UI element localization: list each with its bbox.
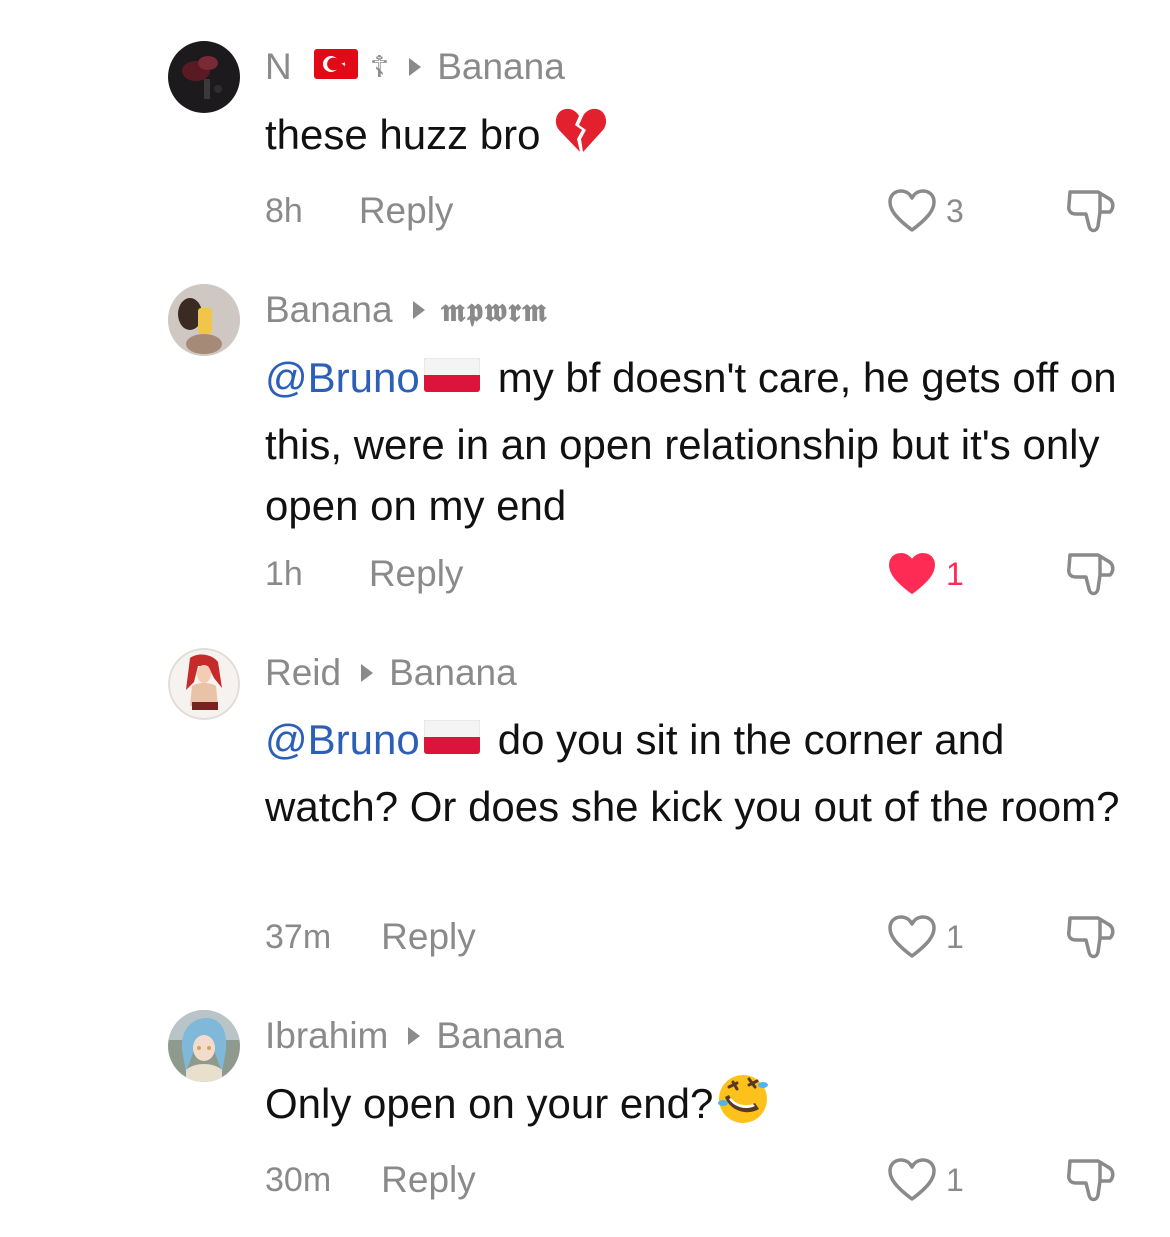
avatar[interactable] (168, 41, 240, 113)
timestamp: 30m (265, 1160, 332, 1199)
author-name[interactable]: Ibrahim (265, 1015, 388, 1057)
reply-to-name[interactable]: Banana (389, 652, 517, 694)
comment-meta: 37m Reply (265, 915, 476, 959)
like-button[interactable]: 1 (886, 1158, 964, 1202)
like-button[interactable]: 3 (886, 189, 964, 233)
author-name[interactable]: Reid (265, 652, 341, 694)
reply-to-name[interactable]: Banana (436, 1015, 564, 1057)
timestamp: 37m (265, 917, 332, 956)
rofl-emoji-icon (715, 1073, 771, 1141)
thumbs-down-icon[interactable] (1064, 1155, 1118, 1205)
avatar[interactable] (168, 1010, 240, 1082)
reply-to-arrow-icon (409, 58, 422, 76)
thumbs-down-icon[interactable] (1064, 549, 1118, 599)
timestamp: 1h (265, 554, 303, 593)
avatar[interactable] (168, 284, 240, 356)
comment-text-content: these huzz bro (265, 111, 541, 158)
reply-button[interactable]: Reply (359, 190, 454, 232)
comment-meta: 1h Reply (265, 552, 463, 596)
comment-header: Banana 𝖒𝖕𝖜𝖗𝖒 (265, 288, 548, 332)
comment-text: @Bruno my bf doesn't care, he gets off o… (265, 347, 1125, 536)
mention-link[interactable]: @Bruno (265, 716, 420, 763)
reply-button[interactable]: Reply (381, 916, 476, 958)
reply-to-arrow-icon (361, 664, 374, 682)
comment-header: Reid Banana (265, 651, 517, 695)
thumbs-down-icon[interactable] (1064, 186, 1118, 236)
dislike-button[interactable] (1064, 1155, 1118, 1205)
comment-text: these huzz bro (265, 104, 1125, 170)
heart-outline-icon[interactable] (886, 1157, 938, 1203)
comment-text: @Bruno do you sit in the corner and watc… (265, 709, 1125, 837)
turkey-flag-icon (313, 46, 358, 88)
heart-outline-icon[interactable] (886, 914, 938, 960)
heart-outline-icon[interactable] (886, 188, 938, 234)
orthodox-cross-icon: ☦ (369, 50, 390, 84)
comment-text-content: Only open on your end? (265, 1080, 714, 1128)
comment-meta: 30m Reply (265, 1158, 476, 1202)
like-count: 1 (946, 918, 964, 955)
reply-to-name[interactable]: Banana (437, 46, 565, 88)
comment-text: Only open on your end? (265, 1073, 1125, 1141)
thumbs-down-icon[interactable] (1064, 912, 1118, 962)
reply-to-arrow-icon (408, 1027, 421, 1045)
author-name[interactable]: N (265, 46, 292, 88)
poland-flag-icon (423, 347, 481, 408)
like-count: 1 (946, 555, 964, 592)
poland-flag-icon (423, 709, 481, 770)
comment-header: Ibrahim Banana (265, 1014, 564, 1058)
like-count: 1 (946, 1161, 964, 1198)
comment-meta: 8h Reply (265, 189, 453, 233)
comment-header: N ☦ Banana (265, 45, 565, 89)
reply-to-arrow-icon (412, 301, 425, 319)
dislike-button[interactable] (1064, 549, 1118, 599)
reply-button[interactable]: Reply (369, 553, 464, 595)
heart-filled-icon[interactable] (886, 551, 938, 597)
mention-link[interactable]: @Bruno (265, 354, 420, 401)
reply-button[interactable]: Reply (381, 1159, 476, 1201)
like-button[interactable]: 1 (886, 552, 964, 596)
like-count: 3 (946, 192, 964, 229)
dislike-button[interactable] (1064, 912, 1118, 962)
timestamp: 8h (265, 191, 303, 230)
reply-to-name[interactable]: 𝖒𝖕𝖜𝖗𝖒 (441, 291, 548, 330)
author-name[interactable]: Banana (265, 289, 393, 331)
like-button[interactable]: 1 (886, 915, 964, 959)
avatar[interactable] (168, 648, 240, 720)
broken-heart-emoji-icon (555, 106, 607, 170)
dislike-button[interactable] (1064, 186, 1118, 236)
